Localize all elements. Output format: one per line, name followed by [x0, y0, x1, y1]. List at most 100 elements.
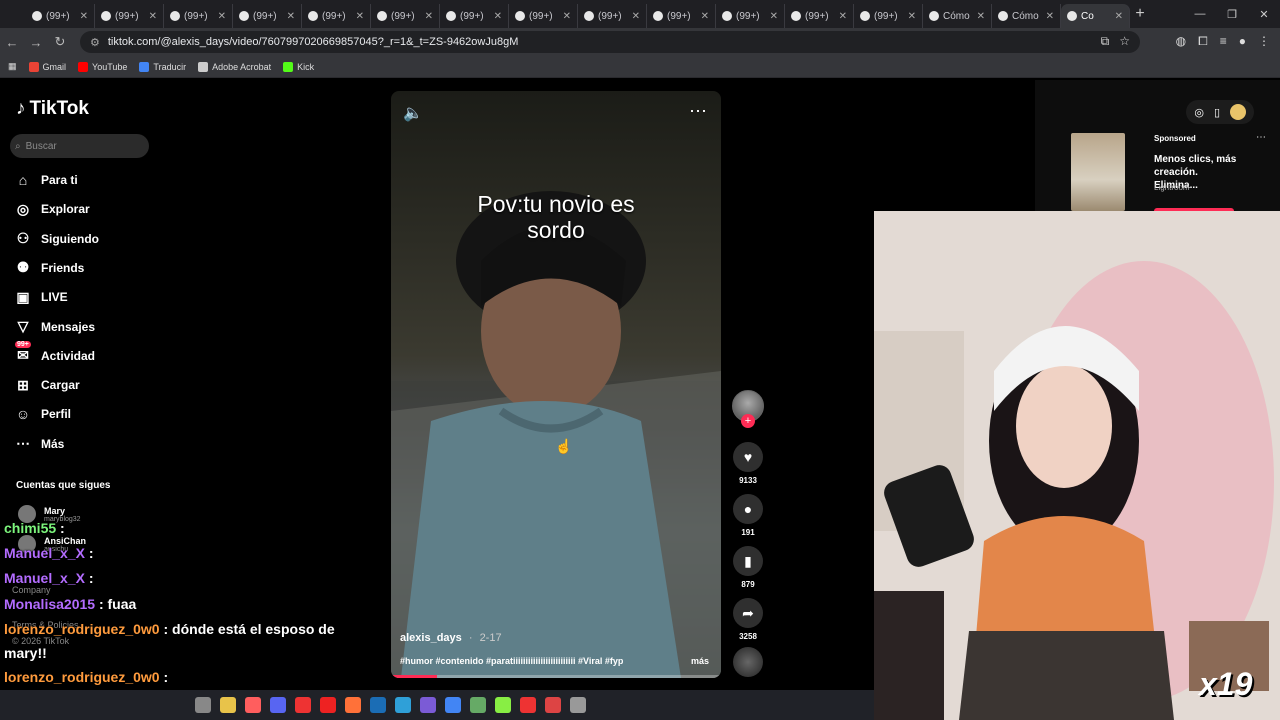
taskbar-app-icon[interactable] [195, 697, 211, 713]
close-tab-icon[interactable]: ✕ [632, 11, 640, 22]
more-link[interactable]: más [691, 656, 709, 666]
bookmark-star-icon[interactable]: ☆ [1119, 34, 1130, 49]
search-input[interactable]: ⌕ Buscar [10, 134, 149, 158]
taskbar-app-icon[interactable] [220, 697, 236, 713]
nav-item-live[interactable]: ▣ LIVE [15, 286, 67, 308]
nav-item-cargar[interactable]: ⊞ Cargar [15, 374, 80, 396]
browser-tab[interactable]: (99+) ✕ [302, 4, 371, 28]
install-icon[interactable]: ⧉ [1101, 34, 1110, 49]
browser-tab[interactable]: (99+) ✕ [716, 4, 785, 28]
browser-tab[interactable]: (99+) ✕ [26, 4, 95, 28]
tiktok-logo[interactable]: ♪ TikTok [16, 98, 89, 120]
browser-tab[interactable]: Co ✕ [1061, 4, 1130, 28]
taskbar-app-icon[interactable] [245, 697, 261, 713]
close-tab-icon[interactable]: ✕ [218, 11, 226, 22]
browser-tab[interactable]: (99+) ✕ [578, 4, 647, 28]
browser-tab[interactable]: (99+) ✕ [233, 4, 302, 28]
follow-plus-icon[interactable]: + [741, 414, 755, 428]
close-tab-icon[interactable]: ✕ [563, 11, 571, 22]
close-tab-icon[interactable]: ✕ [425, 11, 433, 22]
browser-tab[interactable]: (99+) ✕ [509, 4, 578, 28]
author-name[interactable]: alexis_days [400, 632, 462, 644]
media-icon[interactable]: ≡ [1220, 34, 1227, 49]
apps-icon[interactable]: ▦ [8, 61, 17, 72]
browser-tab[interactable]: (99+) ✕ [647, 4, 716, 28]
close-tab-icon[interactable]: ✕ [908, 11, 916, 22]
volume-icon[interactable]: 🔈 [403, 103, 423, 123]
close-tab-icon[interactable]: ✕ [701, 11, 709, 22]
browser-tab[interactable]: (99+) ✕ [440, 4, 509, 28]
share-button[interactable]: ➦ 3258 [732, 598, 764, 641]
comment-button[interactable]: ● 191 [732, 494, 764, 537]
taskbar-app-icon[interactable] [345, 697, 361, 713]
restore-icon[interactable]: ❐ [1216, 0, 1248, 28]
video-more-icon[interactable]: ⋯ [689, 101, 707, 122]
forward-icon[interactable]: → [24, 35, 48, 50]
nav-item-ms[interactable]: ⋯ Más [15, 433, 64, 455]
taskbar-app-icon[interactable] [420, 697, 436, 713]
close-tab-icon[interactable]: ✕ [149, 11, 157, 22]
browser-tab[interactable]: (99+) ✕ [854, 4, 923, 28]
back-icon[interactable]: ← [0, 35, 24, 50]
taskbar-app-icon[interactable] [445, 697, 461, 713]
minimize-icon[interactable]: — [1184, 0, 1216, 28]
video-player[interactable]: Pov:tu novio es sordo 🔈 ⋯ alexis_days · … [391, 91, 721, 678]
bookmark-item[interactable]: Kick [283, 61, 314, 72]
nav-item-perfil[interactable]: ☺ Perfil [15, 403, 71, 425]
close-tab-icon[interactable]: ✕ [1046, 11, 1054, 22]
extension-icon[interactable]: ◍ [1176, 34, 1186, 49]
close-tab-icon[interactable]: ✕ [356, 11, 364, 22]
video-hashtags[interactable]: #humor #contenido #paratiiiiiiiiiiiiiiii… [400, 656, 660, 666]
like-button[interactable]: ♥ 9133 [732, 442, 764, 485]
bookmark-item[interactable]: Adobe Acrobat [198, 61, 271, 72]
taskbar-app-icon[interactable] [520, 697, 536, 713]
taskbar-app-icon[interactable] [570, 697, 586, 713]
phone-icon[interactable]: ▯ [1214, 106, 1220, 119]
profile-avatar-icon[interactable]: ● [1239, 34, 1246, 49]
taskbar-app-icon[interactable] [470, 697, 486, 713]
puzzle-icon[interactable]: ⧠ [1198, 34, 1208, 49]
nav-item-actividad[interactable]: ✉ Actividad 99+ [15, 340, 95, 367]
close-tab-icon[interactable]: ✕ [1115, 11, 1123, 22]
browser-tab[interactable]: (99+) ✕ [164, 4, 233, 28]
browser-tab[interactable]: (99+) ✕ [785, 4, 854, 28]
bookmark-item[interactable]: Traducir [139, 61, 186, 72]
taskbar-app-icon[interactable] [545, 697, 561, 713]
site-info-icon[interactable]: ⚙ [90, 36, 100, 49]
taskbar-app-icon[interactable] [495, 697, 511, 713]
reload-icon[interactable]: ↻ [48, 34, 72, 50]
close-tab-icon[interactable]: ✕ [770, 11, 778, 22]
nav-item-parati[interactable]: ⌂ Para ti [15, 169, 78, 191]
close-window-icon[interactable]: ✕ [1248, 0, 1280, 28]
nav-item-explorar[interactable]: ◎ Explorar [15, 198, 90, 220]
user-avatar[interactable] [1230, 104, 1246, 120]
taskbar-app-icon[interactable] [370, 697, 386, 713]
ad-image[interactable] [1071, 133, 1125, 211]
address-bar[interactable]: ⚙ tiktok.com/@alexis_days/video/76079970… [80, 31, 1140, 53]
menu-icon[interactable]: ⋮ [1258, 34, 1270, 49]
close-tab-icon[interactable]: ✕ [80, 11, 88, 22]
bookmark-item[interactable]: Gmail [28, 61, 66, 72]
nav-item-friends[interactable]: ⚉ Friends [15, 257, 85, 279]
close-tab-icon[interactable]: ✕ [494, 11, 502, 22]
browser-tab[interactable]: (99+) ✕ [95, 4, 164, 28]
close-tab-icon[interactable]: ✕ [977, 11, 985, 22]
taskbar-app-icon[interactable] [395, 697, 411, 713]
nav-item-siguiendo[interactable]: ⚇ Siguiendo [15, 228, 99, 250]
close-tab-icon[interactable]: ✕ [287, 11, 295, 22]
coin-icon[interactable]: ◎ [1194, 106, 1204, 119]
taskbar-app-icon[interactable] [320, 697, 336, 713]
nav-item-mensajes[interactable]: ▽ Mensajes [15, 316, 95, 338]
music-disc-icon[interactable] [733, 647, 763, 677]
bookmark-item[interactable]: YouTube [78, 61, 127, 72]
browser-tab[interactable]: Cómo ✕ [992, 4, 1061, 28]
browser-tab[interactable]: (99+) ✕ [371, 4, 440, 28]
new-tab-icon[interactable]: + [1130, 5, 1150, 23]
save-button[interactable]: ▮ 879 [732, 546, 764, 589]
video-progress-bar[interactable] [391, 675, 721, 678]
video-author[interactable]: alexis_days · 2-17 [400, 632, 502, 644]
taskbar-app-icon[interactable] [270, 697, 286, 713]
close-tab-icon[interactable]: ✕ [839, 11, 847, 22]
browser-tab[interactable]: Cómo ✕ [923, 4, 992, 28]
ad-more-icon[interactable]: ⋯ [1256, 132, 1266, 143]
